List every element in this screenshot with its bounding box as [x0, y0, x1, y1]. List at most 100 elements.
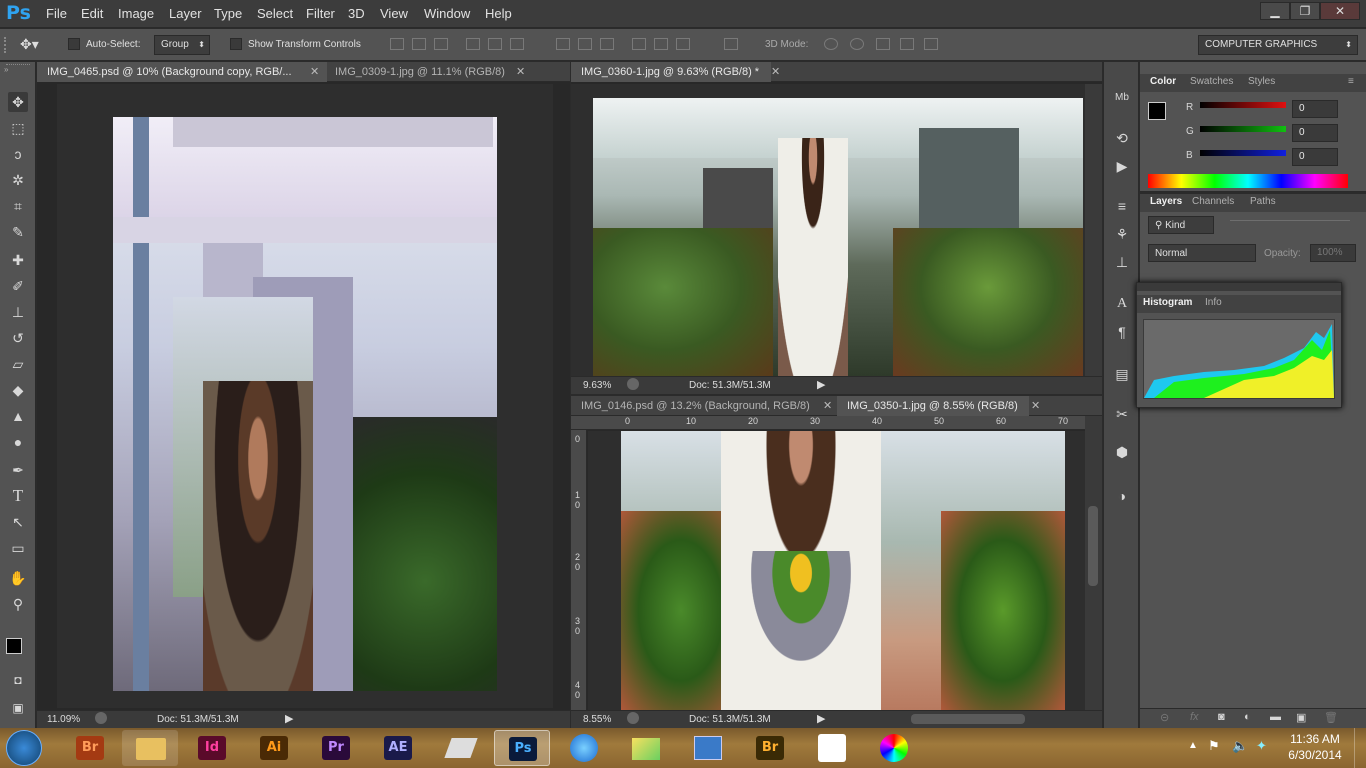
red-slider[interactable]: [1200, 102, 1286, 108]
notes-icon[interactable]: ▤: [1112, 364, 1132, 384]
foreground-color-swatch[interactable]: [1148, 102, 1166, 120]
type-tool-icon[interactable]: T: [8, 486, 28, 506]
color-spectrum-bar[interactable]: [1148, 174, 1348, 188]
menu-help[interactable]: Help: [485, 6, 512, 21]
adjustments-icon[interactable]: ◑: [1112, 486, 1132, 506]
close-tab-icon[interactable]: ✕: [310, 62, 319, 82]
opacity-input[interactable]: 100%: [1310, 244, 1356, 262]
taskbar-app-active[interactable]: Ps: [494, 730, 550, 766]
canvas-area[interactable]: [588, 431, 1085, 710]
3d-slide-icon[interactable]: [900, 38, 914, 50]
document-tab[interactable]: IMG_0146.psd @ 13.2% (Background, RGB/8): [571, 396, 819, 416]
eyedropper-icon[interactable]: ✎: [8, 222, 28, 242]
taskbar-app[interactable]: Pr: [308, 730, 364, 766]
taskbar-app[interactable]: [432, 730, 488, 766]
eraser-icon[interactable]: ▱: [8, 354, 28, 374]
document-tab[interactable]: IMG_0465.psd @ 10% (Background copy, RGB…: [37, 62, 327, 82]
clock-time[interactable]: 11:36 AM: [1284, 732, 1346, 746]
close-tab-icon[interactable]: ✕: [516, 62, 525, 82]
zoom-level[interactable]: 9.63%: [583, 378, 611, 394]
clone-source-icon[interactable]: ⚘: [1112, 224, 1132, 244]
scroll-thumb[interactable]: [1088, 506, 1098, 586]
distribute-top-icon[interactable]: [556, 38, 570, 50]
brush-tool-icon[interactable]: ✐: [8, 276, 28, 296]
3d-scale-icon[interactable]: [924, 38, 938, 50]
green-slider[interactable]: [1200, 126, 1286, 132]
lasso-tool-icon[interactable]: ↄ: [8, 144, 28, 164]
tab-swatches[interactable]: Swatches: [1190, 76, 1233, 87]
move-tool-icon[interactable]: ✥▾: [20, 36, 39, 53]
taskbar-app[interactable]: Br: [742, 730, 798, 766]
align-bottom-icon[interactable]: [434, 38, 448, 50]
start-button[interactable]: [6, 730, 42, 766]
restore-button[interactable]: ❐: [1290, 2, 1320, 20]
clone-stamp-icon[interactable]: ⊥: [8, 302, 28, 322]
quick-mask-icon[interactable]: ◘: [8, 670, 28, 690]
status-info-icon[interactable]: [627, 378, 639, 390]
3d-pan-icon[interactable]: [876, 38, 890, 50]
magic-wand-icon[interactable]: ✲: [8, 170, 28, 190]
menu-window[interactable]: Window: [424, 6, 470, 21]
green-value-input[interactable]: 0: [1292, 124, 1338, 142]
delete-layer-icon[interactable]: 🗑: [1324, 711, 1338, 724]
mini-bridge-icon[interactable]: Mb: [1112, 88, 1132, 108]
add-mask-icon[interactable]: ◙: [1218, 711, 1225, 723]
tab-layers[interactable]: Layers: [1150, 196, 1182, 207]
zoom-tool-icon[interactable]: ⚲: [8, 594, 28, 614]
link-layers-icon[interactable]: ⊝: [1160, 711, 1169, 724]
menu-file[interactable]: File: [46, 6, 67, 21]
pen-tool-icon[interactable]: ✒: [8, 460, 28, 480]
blend-mode-dropdown[interactable]: Normal: [1148, 244, 1256, 262]
brush-presets-icon[interactable]: ≡: [1112, 196, 1132, 216]
panel-menu-icon[interactable]: ≡: [1348, 76, 1354, 87]
taskbar-app[interactable]: [122, 730, 178, 766]
show-transform-checkbox[interactable]: [230, 38, 242, 50]
foreground-color-swatch[interactable]: [6, 638, 22, 654]
document-tab[interactable]: IMG_0309-1.jpg @ 11.1% (RGB/8): [325, 62, 537, 82]
new-layer-icon[interactable]: ▣: [1296, 711, 1306, 724]
menu-select[interactable]: Select: [257, 6, 293, 21]
show-desktop-button[interactable]: [1354, 728, 1366, 768]
tab-styles[interactable]: Styles: [1248, 76, 1275, 87]
clock-date[interactable]: 6/30/2014: [1284, 748, 1346, 762]
red-value-input[interactable]: 0: [1292, 100, 1338, 118]
taskbar-app[interactable]: [618, 730, 674, 766]
minimize-button[interactable]: ▁: [1260, 2, 1290, 20]
menu-layer[interactable]: Layer: [169, 6, 202, 21]
auto-select-checkbox[interactable]: [68, 38, 80, 50]
status-menu-arrow-icon[interactable]: ▶: [285, 711, 293, 727]
workspace-dropdown[interactable]: COMPUTER GRAPHICS ⬍: [1198, 35, 1358, 55]
paint-bucket-icon[interactable]: ◆: [8, 380, 28, 400]
3d-rotate-icon[interactable]: [824, 38, 838, 50]
taskbar-app[interactable]: [804, 730, 860, 766]
dodge-tool-icon[interactable]: ●: [8, 432, 28, 452]
distribute-left-icon[interactable]: [632, 38, 646, 50]
move-tool-icon[interactable]: ✥: [8, 92, 28, 112]
path-selection-icon[interactable]: ↖: [8, 512, 28, 532]
menu-view[interactable]: View: [380, 6, 408, 21]
layer-filter-dropdown[interactable]: ⚲ Kind: [1148, 216, 1214, 234]
tab-color[interactable]: Color: [1150, 76, 1176, 87]
zoom-level[interactable]: 11.09%: [47, 712, 80, 728]
crop-tool-icon[interactable]: ⌗: [8, 196, 28, 216]
close-tab-icon[interactable]: ✕: [823, 396, 832, 416]
blue-slider[interactable]: [1200, 150, 1286, 156]
distribute-bottom-icon[interactable]: [600, 38, 614, 50]
menu-type[interactable]: Type: [214, 6, 242, 21]
auto-select-dropdown[interactable]: Group ⬍: [154, 35, 210, 55]
distribute-hcenter-icon[interactable]: [654, 38, 668, 50]
align-hcenter-icon[interactable]: [488, 38, 502, 50]
actions-play-icon[interactable]: ▶: [1112, 156, 1132, 176]
status-menu-arrow-icon[interactable]: ▶: [817, 377, 825, 393]
horizontal-scroll-thumb[interactable]: [911, 714, 1025, 724]
distribute-right-icon[interactable]: [676, 38, 690, 50]
history-icon[interactable]: ⟲: [1112, 128, 1132, 148]
collapse-arrows-icon[interactable]: »: [4, 65, 8, 74]
healing-brush-icon[interactable]: ✚: [8, 250, 28, 270]
document-tab[interactable]: IMG_0350-1.jpg @ 8.55% (RGB/8): [837, 396, 1029, 416]
vertical-scrollbar[interactable]: [1085, 416, 1102, 710]
3d-icon[interactable]: ⬢: [1112, 442, 1132, 462]
vertical-scrollbar[interactable]: [1085, 84, 1102, 376]
menu-edit[interactable]: Edit: [81, 6, 103, 21]
volume-icon[interactable]: 🔈: [1232, 738, 1248, 754]
